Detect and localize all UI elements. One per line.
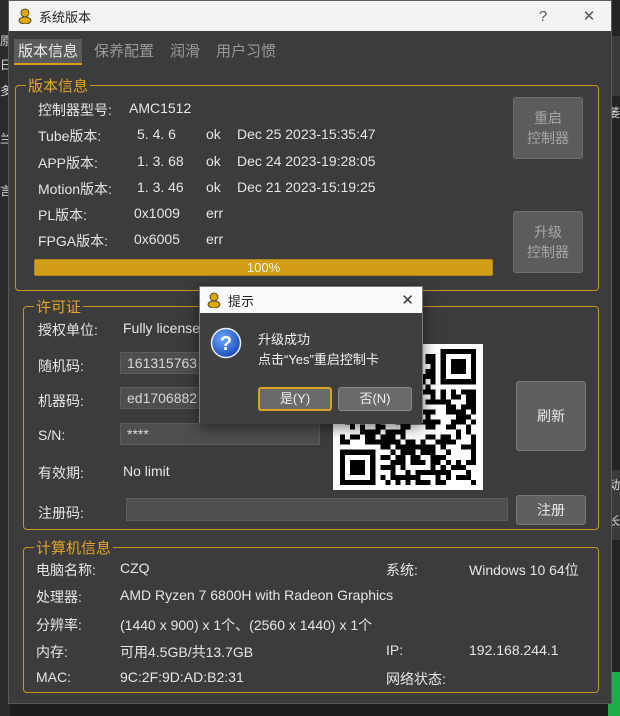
- sn-field[interactable]: ****: [120, 423, 320, 445]
- os-label: 系统:: [386, 562, 418, 578]
- app-icon: [18, 8, 32, 24]
- prompt-dialog: 提示 ✕ ? 升级成功 点击“Yes”重启控制卡 是(Y) 否(N): [199, 286, 423, 424]
- motion-version-status: ok: [206, 179, 221, 195]
- sn-label: S/N:: [38, 427, 66, 443]
- license-unit-value: Fully license: [123, 320, 201, 336]
- network-status-label: 网络状态:: [386, 671, 446, 687]
- fpga-version-label: FPGA版本:: [38, 233, 109, 249]
- register-code-input[interactable]: [126, 498, 508, 521]
- tab-lubrication[interactable]: 润滑: [166, 39, 204, 65]
- app-version-label: APP版本:: [38, 155, 98, 171]
- restart-controller-button[interactable]: 重启 控制器: [513, 97, 583, 159]
- refresh-button[interactable]: 刷新: [516, 381, 586, 451]
- close-button[interactable]: ✕: [567, 1, 611, 31]
- resolution-value: (1440 x 900) x 1个、(2560 x 1440) x 1个: [120, 617, 373, 633]
- title-bar[interactable]: 系统版本 ? ✕: [9, 1, 611, 31]
- upgrade-progress-bar: 100%: [34, 259, 493, 276]
- register-code-label: 注册码:: [38, 505, 84, 521]
- validity-label: 有效期:: [38, 465, 84, 481]
- dialog-close-button[interactable]: ✕: [401, 291, 414, 309]
- tab-version-info[interactable]: 版本信息: [14, 39, 83, 65]
- controller-model-label: 控制器型号:: [38, 102, 112, 118]
- register-button[interactable]: 注册: [516, 495, 586, 525]
- progress-text: 100%: [246, 260, 281, 275]
- motion-version-date: Dec 21 2023-15:19:25: [237, 179, 376, 195]
- tube-version-value: 5. 4. 6: [137, 126, 176, 142]
- validity-value: No limit: [123, 463, 170, 479]
- tab-bar: 版本信息 保养配置 润滑 用户习惯: [14, 39, 288, 65]
- pl-version-value: 0x1009: [134, 205, 180, 221]
- dialog-message-line2: 点击“Yes”重启控制卡: [258, 352, 379, 367]
- resolution-label: 分辨率:: [36, 617, 82, 633]
- mac-value: 9C:2F:9D:AD:B2:31: [120, 669, 244, 685]
- computer-name-label: 电脑名称:: [36, 562, 96, 578]
- ip-value: 192.168.244.1: [469, 642, 559, 658]
- dialog-title: 提示: [228, 293, 255, 309]
- fpga-version-value: 0x6005: [134, 231, 180, 247]
- no-button[interactable]: 否(N): [338, 387, 412, 411]
- random-code-label: 随机码:: [38, 358, 84, 374]
- tube-version-status: ok: [206, 126, 221, 142]
- app-version-status: ok: [206, 153, 221, 169]
- license-legend: 许可证: [36, 299, 82, 316]
- machine-code-label: 机器码:: [38, 393, 84, 409]
- dialog-message-line1: 升级成功: [258, 332, 311, 347]
- cpu-label: 处理器:: [36, 589, 82, 605]
- question-icon: ?: [210, 327, 242, 359]
- motion-version-label: Motion版本:: [38, 181, 112, 197]
- cpu-value: AMD Ryzen 7 6800H with Radeon Graphics: [120, 587, 394, 603]
- yes-button[interactable]: 是(Y): [258, 387, 332, 411]
- memory-value: 可用4.5GB/共13.7GB: [120, 644, 254, 660]
- window-title: 系统版本: [39, 9, 92, 25]
- help-button[interactable]: ?: [521, 1, 565, 31]
- pl-version-label: PL版本:: [38, 207, 88, 223]
- upgrade-controller-button[interactable]: 升级 控制器: [513, 211, 583, 273]
- computer-name-value: CZQ: [120, 560, 150, 576]
- fpga-version-status: err: [206, 231, 224, 247]
- motion-version-value: 1. 3. 46: [137, 179, 184, 195]
- pl-version-status: err: [206, 205, 224, 221]
- memory-label: 内存:: [36, 644, 68, 660]
- dialog-body: ? 升级成功 点击“Yes”重启控制卡 是(Y) 否(N): [200, 313, 422, 424]
- controller-model-value: AMC1512: [129, 100, 192, 116]
- computer-info-legend: 计算机信息: [36, 540, 112, 557]
- license-unit-label: 授权单位:: [38, 322, 98, 338]
- mac-label: MAC:: [36, 669, 71, 685]
- svg-text:?: ?: [220, 333, 232, 355]
- tube-version-label: Tube版本:: [38, 128, 102, 144]
- os-value: Windows 10 64位: [469, 562, 579, 578]
- version-info-legend: 版本信息: [28, 78, 89, 95]
- app-icon: [207, 292, 221, 308]
- ip-label: IP:: [386, 642, 404, 658]
- dialog-title-bar[interactable]: 提示: [200, 287, 422, 313]
- app-version-date: Dec 24 2023-19:28:05: [237, 153, 376, 169]
- tab-maintenance[interactable]: 保养配置: [90, 39, 158, 65]
- tube-version-date: Dec 25 2023-15:35:47: [237, 126, 376, 142]
- app-version-value: 1. 3. 68: [137, 153, 184, 169]
- tab-user-habits[interactable]: 用户习惯: [212, 39, 280, 65]
